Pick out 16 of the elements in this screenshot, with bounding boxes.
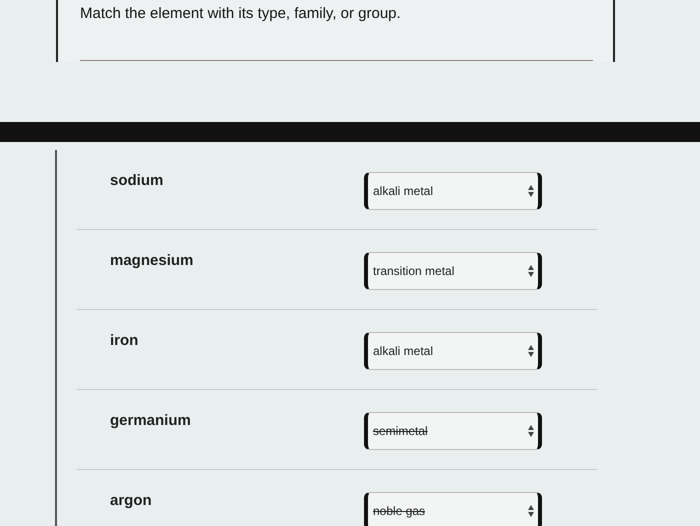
element-name: magnesium (110, 252, 194, 269)
type-dropdown[interactable]: alkali metal (364, 332, 542, 370)
type-dropdown[interactable]: noble gas (364, 492, 542, 526)
up-down-arrow-icon (528, 265, 534, 277)
question-prompt: Match the element with its type, family, or group. (80, 5, 402, 22)
element-name: iron (110, 332, 140, 349)
up-down-arrow-icon (528, 425, 534, 437)
up-down-arrow-icon (528, 345, 534, 357)
type-dropdown[interactable]: alkali metal (364, 172, 542, 210)
element-name: argon (110, 492, 153, 509)
type-dropdown[interactable]: semimetal (364, 412, 542, 450)
element-name: sodium (110, 172, 164, 189)
element-name: germanium (110, 412, 192, 429)
up-down-arrow-icon (528, 185, 534, 197)
up-down-arrow-icon (528, 505, 534, 517)
type-dropdown[interactable]: transition metal (364, 252, 542, 290)
